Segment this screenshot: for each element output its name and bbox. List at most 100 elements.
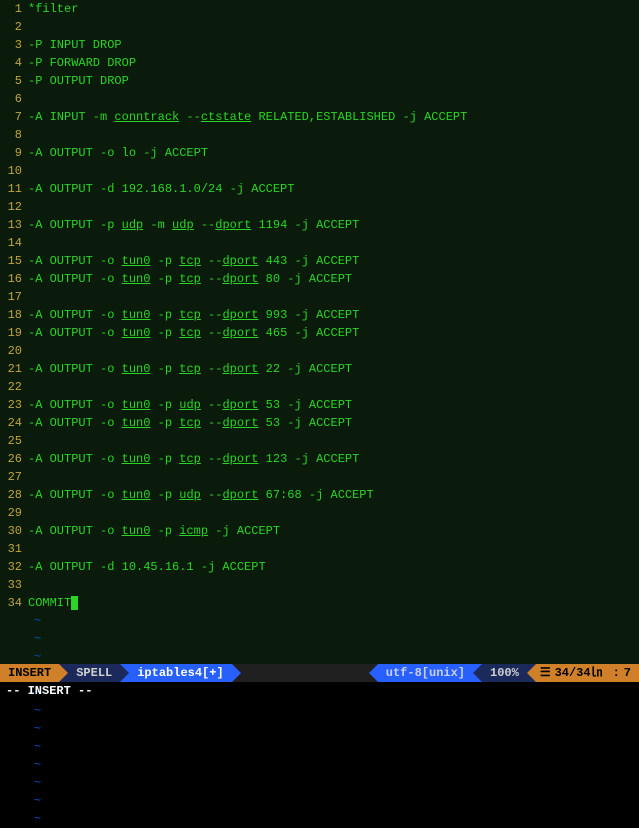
spell-indicator: SPELL: [68, 664, 120, 682]
code-line[interactable]: -P OUTPUT DROP: [28, 72, 639, 90]
code-line[interactable]: COMMIT: [28, 594, 639, 612]
empty-line-tilde: ~: [28, 684, 639, 702]
code-line[interactable]: *filter: [28, 0, 639, 18]
code-token: 123 -j ACCEPT: [258, 452, 359, 466]
line-position: 34/34㏑: [555, 664, 609, 682]
separator-icon: [59, 664, 68, 682]
code-line[interactable]: -A OUTPUT -o tun0 -p tcp --dport 993 -j …: [28, 306, 639, 324]
code-token: -j ACCEPT: [208, 524, 280, 538]
mode-indicator: INSERT: [0, 664, 59, 682]
code-line[interactable]: -A OUTPUT -o tun0 -p tcp --dport 80 -j A…: [28, 270, 639, 288]
line-number: 4: [0, 54, 22, 72]
spell-marked-token: dport: [222, 362, 258, 376]
line-number: 2: [0, 18, 22, 36]
line-number: 32: [0, 558, 22, 576]
code-line[interactable]: -P FORWARD DROP: [28, 54, 639, 72]
spell-marked-token: tcp: [179, 362, 201, 376]
spell-marked-token: dport: [215, 218, 251, 232]
code-line[interactable]: -A OUTPUT -o tun0 -p tcp --dport 53 -j A…: [28, 414, 639, 432]
editor-area[interactable]: 1234567891011121314151617181920212223242…: [0, 0, 639, 664]
code-line[interactable]: [28, 540, 639, 558]
code-token: RELATED,ESTABLISHED -j ACCEPT: [251, 110, 467, 124]
code-line[interactable]: [28, 432, 639, 450]
line-number: 17: [0, 288, 22, 306]
line-number: 5: [0, 72, 22, 90]
code-line[interactable]: [28, 18, 639, 36]
spell-marked-token: tcp: [179, 326, 201, 340]
empty-line-tilde: ~: [28, 810, 639, 828]
code-line[interactable]: -A OUTPUT -d 10.45.16.1 -j ACCEPT: [28, 558, 639, 576]
code-line[interactable]: [28, 234, 639, 252]
code-line[interactable]: -A INPUT -m conntrack --ctstate RELATED,…: [28, 108, 639, 126]
encoding-indicator: utf-8[unix]: [378, 664, 473, 682]
spell-marked-token: tun0: [122, 272, 151, 286]
code-token: -A OUTPUT -o: [28, 398, 122, 412]
code-line[interactable]: [28, 468, 639, 486]
cursor: [71, 596, 78, 610]
col-sep: :: [609, 664, 624, 682]
pos-icon: ☰: [536, 664, 555, 682]
spell-marked-token: dport: [222, 272, 258, 286]
spell-marked-token: tcp: [179, 416, 201, 430]
code-token: COMMIT: [28, 596, 71, 610]
separator-icon: [232, 664, 241, 682]
code-line[interactable]: [28, 126, 639, 144]
code-token: -p: [150, 308, 179, 322]
code-line[interactable]: [28, 342, 639, 360]
code-line[interactable]: -A OUTPUT -o tun0 -p tcp --dport 443 -j …: [28, 252, 639, 270]
code-token: 53 -j ACCEPT: [258, 416, 352, 430]
code-line[interactable]: -A OUTPUT -d 192.168.1.0/24 -j ACCEPT: [28, 180, 639, 198]
code-line[interactable]: -A OUTPUT -o lo -j ACCEPT: [28, 144, 639, 162]
code-token: -m: [143, 218, 172, 232]
percent-indicator: 100%: [482, 664, 527, 682]
line-number: 1: [0, 0, 22, 18]
code-line[interactable]: -A OUTPUT -o tun0 -p udp --dport 53 -j A…: [28, 396, 639, 414]
code-line[interactable]: -P INPUT DROP: [28, 36, 639, 54]
empty-line-tilde: ~: [28, 612, 639, 630]
spell-marked-token: udp: [179, 488, 201, 502]
line-number: 7: [0, 108, 22, 126]
code-line[interactable]: -A OUTPUT -p udp -m udp --dport 1194 -j …: [28, 216, 639, 234]
code-token: -A OUTPUT -p: [28, 218, 122, 232]
code-line[interactable]: [28, 378, 639, 396]
code-token: 465 -j ACCEPT: [258, 326, 359, 340]
code-token: -p: [150, 326, 179, 340]
empty-line-tilde: ~: [28, 630, 639, 648]
status-line: INSERT SPELL iptables4[+] utf-8[unix] 10…: [0, 664, 639, 682]
code-token: 80 -j ACCEPT: [258, 272, 352, 286]
spell-marked-token: tun0: [122, 452, 151, 466]
line-number: 8: [0, 126, 22, 144]
code-token: -p: [150, 452, 179, 466]
spell-marked-token: tun0: [122, 326, 151, 340]
code-line[interactable]: -A OUTPUT -o tun0 -p tcp --dport 465 -j …: [28, 324, 639, 342]
code-line[interactable]: [28, 504, 639, 522]
spell-marked-token: dport: [222, 416, 258, 430]
code-token: --: [201, 452, 223, 466]
spell-marked-token: dport: [222, 326, 258, 340]
code-line[interactable]: [28, 288, 639, 306]
code-token: 67:68 -j ACCEPT: [258, 488, 373, 502]
line-number: 16: [0, 270, 22, 288]
code-line[interactable]: [28, 576, 639, 594]
line-number: 12: [0, 198, 22, 216]
code-line[interactable]: [28, 162, 639, 180]
spell-marked-token: udp: [179, 398, 201, 412]
spell-marked-token: tun0: [122, 362, 151, 376]
editor-content[interactable]: *filter -P INPUT DROP-P FORWARD DROP-P OU…: [28, 0, 639, 664]
code-line[interactable]: -A OUTPUT -o tun0 -p tcp --dport 123 -j …: [28, 450, 639, 468]
line-number: 27: [0, 468, 22, 486]
spell-marked-token: tun0: [122, 308, 151, 322]
code-token: -A OUTPUT -o: [28, 488, 122, 502]
empty-line-tilde: ~: [28, 774, 639, 792]
code-line[interactable]: -A OUTPUT -o tun0 -p udp --dport 67:68 -…: [28, 486, 639, 504]
code-line[interactable]: [28, 90, 639, 108]
code-token: -A OUTPUT -o: [28, 362, 122, 376]
separator-icon: [369, 664, 378, 682]
code-token: -A OUTPUT -o: [28, 308, 122, 322]
line-number: 10: [0, 162, 22, 180]
code-line[interactable]: -A OUTPUT -o tun0 -p icmp -j ACCEPT: [28, 522, 639, 540]
code-line[interactable]: [28, 198, 639, 216]
spell-marked-token: udp: [122, 218, 144, 232]
code-line[interactable]: -A OUTPUT -o tun0 -p tcp --dport 22 -j A…: [28, 360, 639, 378]
line-number-gutter: 1234567891011121314151617181920212223242…: [0, 0, 28, 664]
